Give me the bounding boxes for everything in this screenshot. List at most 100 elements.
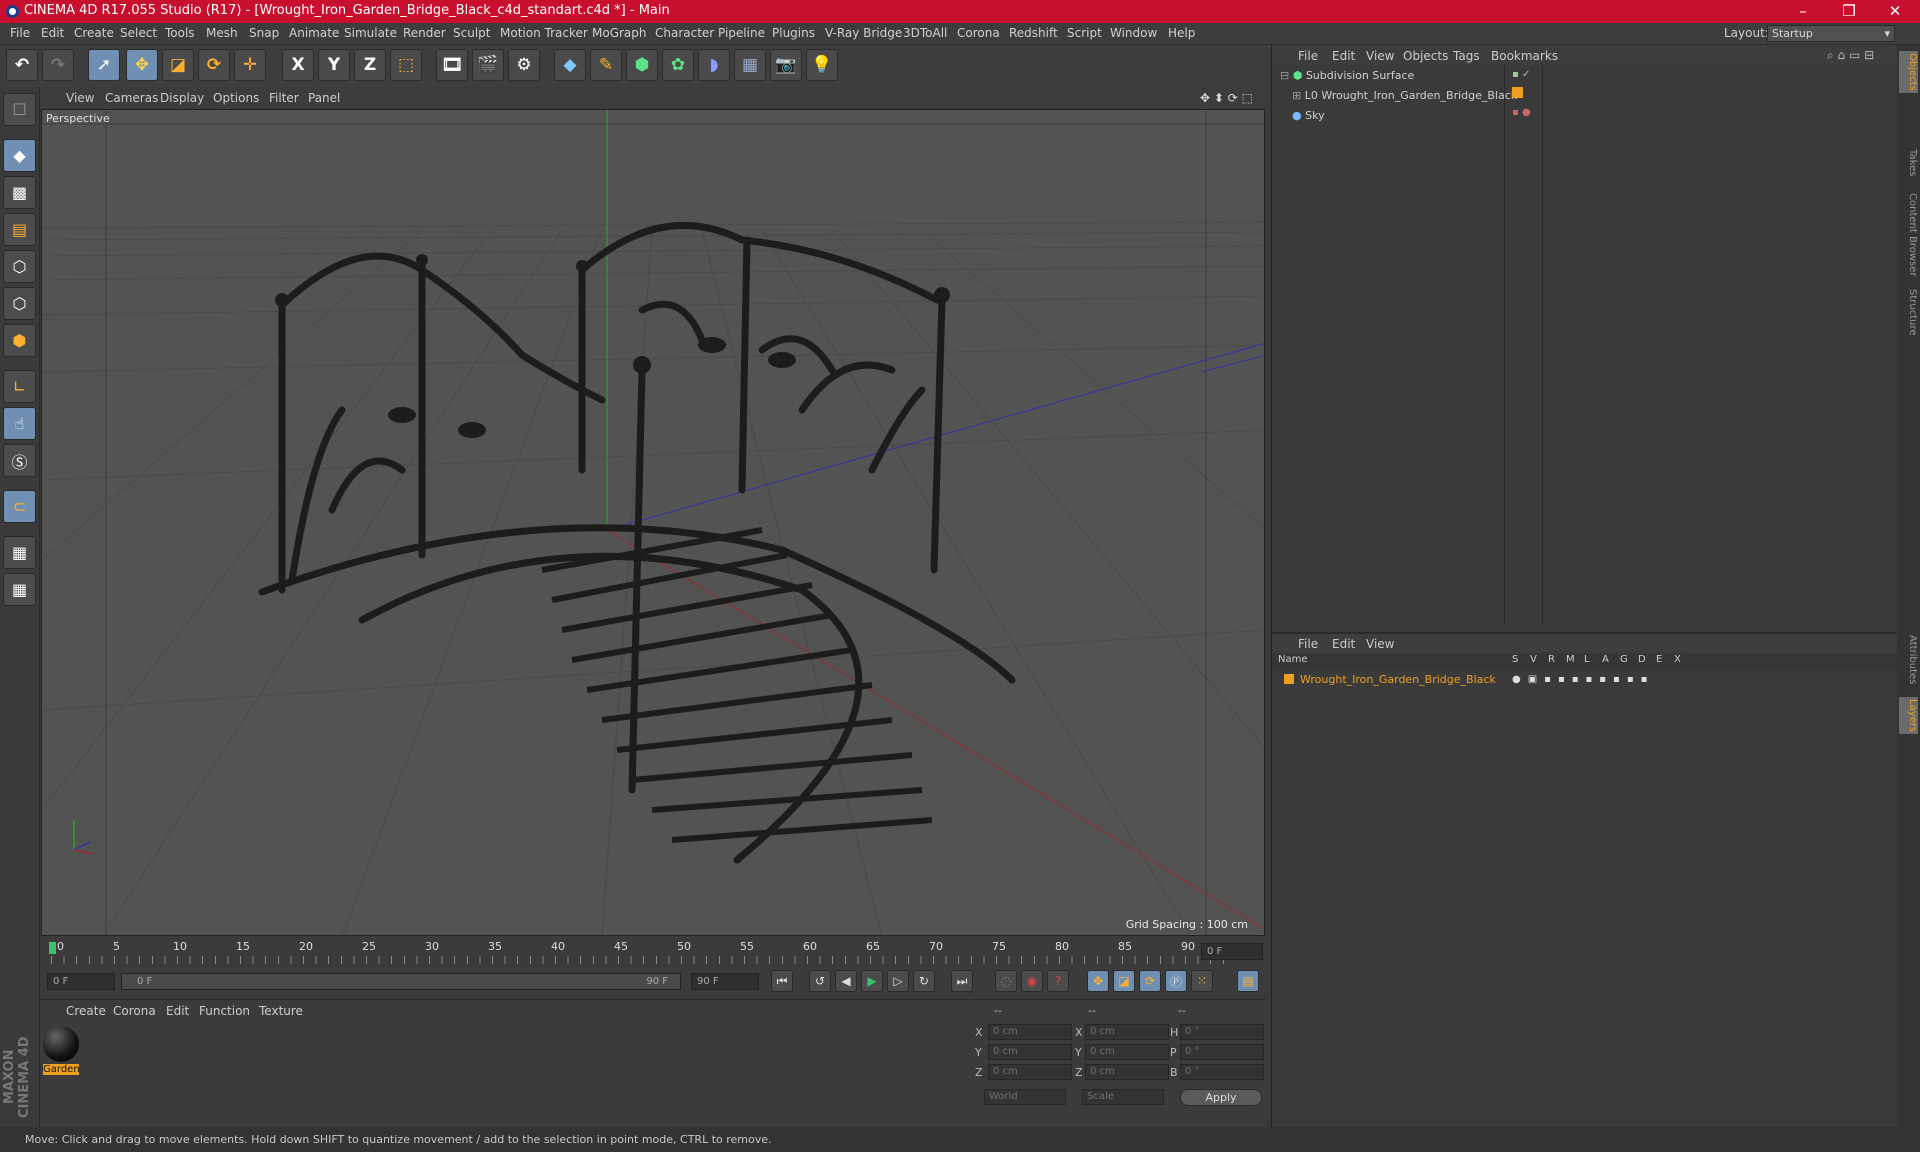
scale-tool-button[interactable]: ◪ — [162, 49, 194, 81]
viewport-menu-panel[interactable]: Panel — [308, 91, 340, 105]
frame-range-slider[interactable]: 0 F 90 F — [121, 973, 681, 990]
spline-pen-button[interactable]: ✎ — [590, 49, 622, 81]
coord-size-z-field[interactable]: 0 cm — [1085, 1064, 1169, 1080]
layout-select[interactable]: Startup ▾ — [1767, 25, 1895, 42]
viewport-menu-options[interactable]: Options — [213, 91, 259, 105]
cloner-button[interactable]: ✿ — [662, 49, 694, 81]
z-axis-button[interactable]: Z — [354, 49, 386, 81]
go-to-end-button[interactable]: ⏭ — [951, 970, 973, 992]
move-tool-button[interactable]: ✥ — [126, 49, 158, 81]
viewport-menu-filter[interactable]: Filter — [269, 91, 299, 105]
floor-button[interactable]: ▦ — [734, 49, 766, 81]
tab-content-browser[interactable]: Content Browser — [1899, 193, 1918, 276]
transform-tool-button[interactable]: ✛ — [234, 49, 266, 81]
coord-size-x-field[interactable]: 0 cm — [1085, 1024, 1169, 1040]
menu-sculpt[interactable]: Sculpt — [453, 26, 490, 40]
tweak-mode-button[interactable]: ☝ — [3, 407, 36, 440]
camera-button[interactable]: 📷 — [770, 49, 802, 81]
material-menu-function[interactable]: Function — [199, 1004, 250, 1018]
menu-script[interactable]: Script — [1067, 26, 1102, 40]
key-position-button[interactable]: ✥ — [1087, 970, 1109, 992]
timeline-ruler[interactable]: 0 5 10 15 20 25 30 35 40 45 50 55 60 65 … — [41, 936, 1265, 970]
layers-menu-view[interactable]: View — [1366, 637, 1394, 651]
make-editable-button[interactable]: ☐ — [3, 93, 36, 126]
apply-button[interactable]: Apply — [1180, 1089, 1262, 1106]
layer-color-tag[interactable] — [1512, 87, 1523, 98]
objects-menu-bookmarks[interactable]: Bookmarks — [1491, 49, 1558, 63]
next-keyframe-button[interactable]: ↻ — [913, 970, 935, 992]
axis-mode-button[interactable]: ∟ — [3, 370, 36, 403]
visibility-toggles[interactable]: ▪ ● — [1512, 107, 1531, 118]
material-menu-edit[interactable]: Edit — [166, 1004, 189, 1018]
start-frame-field[interactable]: 0 F — [47, 973, 115, 990]
snap-button[interactable]: ⊂ — [3, 490, 36, 523]
menu-plugins[interactable]: Plugins — [772, 26, 815, 40]
planar-workplane-button[interactable]: ▦ — [3, 573, 36, 606]
material-menu-corona[interactable]: Corona — [113, 1004, 156, 1018]
render-view-button[interactable]: 🎞 — [436, 49, 468, 81]
viewport-menu-display[interactable]: Display — [160, 91, 204, 105]
end-frame-field[interactable]: 90 F — [691, 973, 759, 990]
menu-3dtoall[interactable]: 3DToAll — [903, 26, 947, 40]
objects-menu-file[interactable]: File — [1298, 49, 1318, 63]
next-frame-button[interactable]: ▷ — [887, 970, 909, 992]
collapse-icon[interactable]: ⊟ — [1280, 69, 1293, 82]
coord-pos-y-field[interactable]: 0 cm — [988, 1044, 1072, 1060]
coord-rot-p-field[interactable]: 0 ° — [1180, 1044, 1264, 1060]
menu-edit[interactable]: Edit — [41, 26, 64, 40]
menu-file[interactable]: File — [10, 26, 30, 40]
coord-size-y-field[interactable]: 0 cm — [1085, 1044, 1169, 1060]
menu-snap[interactable]: Snap — [249, 26, 279, 40]
material-menu-texture[interactable]: Texture — [259, 1004, 303, 1018]
edges-mode-button[interactable]: ⬡ — [3, 287, 36, 320]
undo-button[interactable]: ↶ — [6, 49, 38, 81]
render-settings-button[interactable]: ⚙ — [508, 49, 540, 81]
autokey-button[interactable]: ◉ — [1021, 970, 1043, 992]
expand-icon[interactable]: ⊞ — [1292, 89, 1305, 102]
viewport-navigation-icons[interactable]: ✥ ⬍ ⟳ ⬚ — [1200, 91, 1253, 105]
minimize-button[interactable]: – — [1780, 1, 1826, 22]
solo-mode-button[interactable]: Ⓢ — [3, 444, 36, 477]
y-axis-button[interactable]: Y — [318, 49, 350, 81]
previous-keyframe-button[interactable]: ↺ — [809, 970, 831, 992]
coord-pos-z-field[interactable]: 0 cm — [988, 1064, 1072, 1080]
layers-menu-file[interactable]: File — [1298, 637, 1318, 651]
menu-select[interactable]: Select — [120, 26, 157, 40]
tab-takes[interactable]: Takes — [1899, 149, 1918, 176]
coord-rot-b-field[interactable]: 0 ° — [1180, 1064, 1264, 1080]
menu-character[interactable]: Character — [655, 26, 714, 40]
play-button[interactable]: ▶ — [861, 970, 883, 992]
key-parameter-button[interactable]: Ⓟ — [1165, 970, 1187, 992]
key-scale-button[interactable]: ◪ — [1113, 970, 1135, 992]
search-icon[interactable]: ⌕ ⌂ ▭ ⊟ — [1827, 48, 1874, 63]
current-frame-field[interactable]: 0 F — [1201, 943, 1263, 960]
menu-mograph[interactable]: MoGraph — [592, 26, 647, 40]
material-menu-create[interactable]: Create — [66, 1004, 106, 1018]
model-mode-button[interactable]: ◆ — [3, 139, 36, 172]
key-pla-button[interactable]: ⁙ — [1191, 970, 1213, 992]
menu-help[interactable]: Help — [1168, 26, 1195, 40]
subdivision-surface-button[interactable]: ⬢ — [626, 49, 658, 81]
render-to-picture-viewer-button[interactable]: 🎬 — [472, 49, 504, 81]
tab-structure[interactable]: Structure — [1899, 289, 1918, 336]
objects-menu-edit[interactable]: Edit — [1332, 49, 1355, 63]
rotate-tool-button[interactable]: ⟳ — [198, 49, 230, 81]
go-to-start-button[interactable]: ⏮ — [771, 970, 793, 992]
menu-motion-tracker[interactable]: Motion Tracker — [500, 26, 588, 40]
coord-rot-h-field[interactable]: 0 ° — [1180, 1024, 1264, 1040]
viewport-menu-cameras[interactable]: Cameras — [105, 91, 158, 105]
playhead-marker[interactable] — [49, 942, 56, 954]
tab-attributes[interactable]: Attributes — [1899, 635, 1918, 684]
layers-menu-edit[interactable]: Edit — [1332, 637, 1355, 651]
menu-animate[interactable]: Animate — [289, 26, 339, 40]
live-selection-button[interactable]: ➚ — [88, 49, 120, 81]
menu-vray-bridge[interactable]: V-Ray Bridge — [825, 26, 902, 40]
cube-object-button[interactable]: ◆ — [554, 49, 586, 81]
menu-render[interactable]: Render — [403, 26, 446, 40]
texture-mode-button[interactable]: ▩ — [3, 176, 36, 209]
visibility-toggles[interactable]: ▪ ✓ — [1512, 69, 1530, 80]
menu-tools[interactable]: Tools — [165, 26, 195, 40]
redo-button[interactable]: ↷ — [42, 49, 74, 81]
polygons-mode-button[interactable]: ⬢ — [3, 324, 36, 357]
record-keys-button[interactable]: ◌ — [995, 970, 1017, 992]
